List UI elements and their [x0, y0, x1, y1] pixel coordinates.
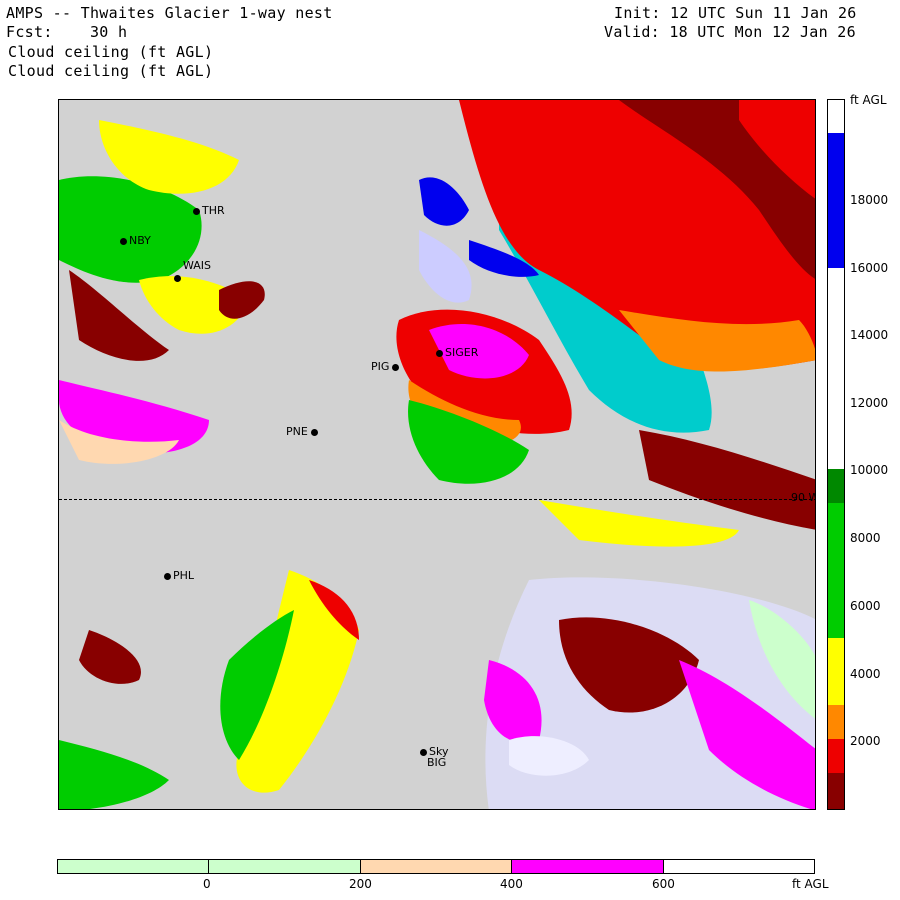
station-marker-icon	[120, 237, 127, 245]
hbar-divider	[208, 860, 209, 873]
station-pig: PIG	[371, 360, 401, 373]
station-marker-icon	[436, 349, 443, 357]
station-marker-icon	[164, 572, 171, 580]
station-thr: THR	[193, 204, 225, 217]
station-pne: PNE	[286, 425, 320, 438]
cbar-seg-dkgreen	[828, 469, 844, 503]
field-name-2: Cloud ceiling (ft AGL)	[8, 62, 214, 80]
hbar-label-0: 0	[203, 877, 211, 891]
station-marker-icon	[392, 363, 400, 371]
hbar-divider	[511, 860, 512, 873]
station-marker-icon	[174, 274, 181, 282]
station-siger: SIGER	[436, 346, 478, 359]
colorbar-label-2000: 2000	[850, 734, 881, 748]
colorbar-unit: ft AGL	[850, 93, 887, 107]
colorbar-label-6000: 6000	[850, 599, 881, 613]
station-nby: NBY	[120, 234, 151, 247]
colorbar-label-10000: 10000	[850, 463, 889, 477]
colorbar-label-18000: 18000	[850, 193, 889, 207]
cbar-seg-red	[828, 739, 844, 773]
meridian-line	[59, 499, 815, 500]
hbar-seg-lightgreen	[58, 860, 360, 873]
station-marker-icon	[193, 207, 200, 215]
cbar-seg-green	[828, 503, 844, 638]
hbar-seg-peach	[360, 860, 511, 873]
valid-time: Valid: 18 UTC Mon 12 Jan 26	[604, 23, 856, 41]
hbar-seg-magenta	[511, 860, 663, 873]
cbar-seg-above18000	[828, 100, 844, 133]
map-title: AMPS -- Thwaites Glacier 1-way nest	[6, 4, 333, 22]
cbar-seg-orange	[828, 705, 844, 739]
station-phl: PHL	[164, 569, 194, 582]
hbar-label-600: 600	[652, 877, 675, 891]
colorbar-label-4000: 4000	[850, 667, 881, 681]
vertical-colorbar	[827, 99, 845, 810]
hbar-seg-white	[663, 860, 814, 873]
station-marker-icon	[420, 748, 427, 756]
cloud-ceiling-map: 90 W THR NBY WAIS SIGER PIG PNE PHL Sky …	[58, 99, 816, 810]
horizontal-colorbar	[57, 859, 815, 874]
colorbar-label-14000: 14000	[850, 328, 889, 342]
field-name-1: Cloud ceiling (ft AGL)	[8, 43, 214, 61]
meridian-label: 90 W	[791, 491, 815, 504]
hbar-unit: ft AGL	[792, 877, 829, 891]
station-wais: WAIS	[174, 259, 211, 284]
colorbar-label-12000: 12000	[850, 396, 889, 410]
station-big: BIG	[427, 756, 447, 769]
init-time: Init: 12 UTC Sun 11 Jan 26	[614, 4, 857, 22]
hbar-label-200: 200	[349, 877, 372, 891]
colorbar-label-8000: 8000	[850, 531, 881, 545]
cbar-seg-yellow	[828, 638, 844, 705]
hbar-label-400: 400	[500, 877, 523, 891]
cbar-seg-blue	[828, 133, 844, 268]
forecast-hour: Fcst: 30 h	[6, 23, 128, 41]
hbar-divider	[360, 860, 361, 873]
cbar-seg-white	[828, 268, 844, 469]
hbar-divider	[663, 860, 664, 873]
map-field-graphic	[59, 100, 815, 809]
cbar-seg-maroon	[828, 773, 844, 809]
station-marker-icon	[310, 428, 318, 436]
colorbar-label-16000: 16000	[850, 261, 889, 275]
